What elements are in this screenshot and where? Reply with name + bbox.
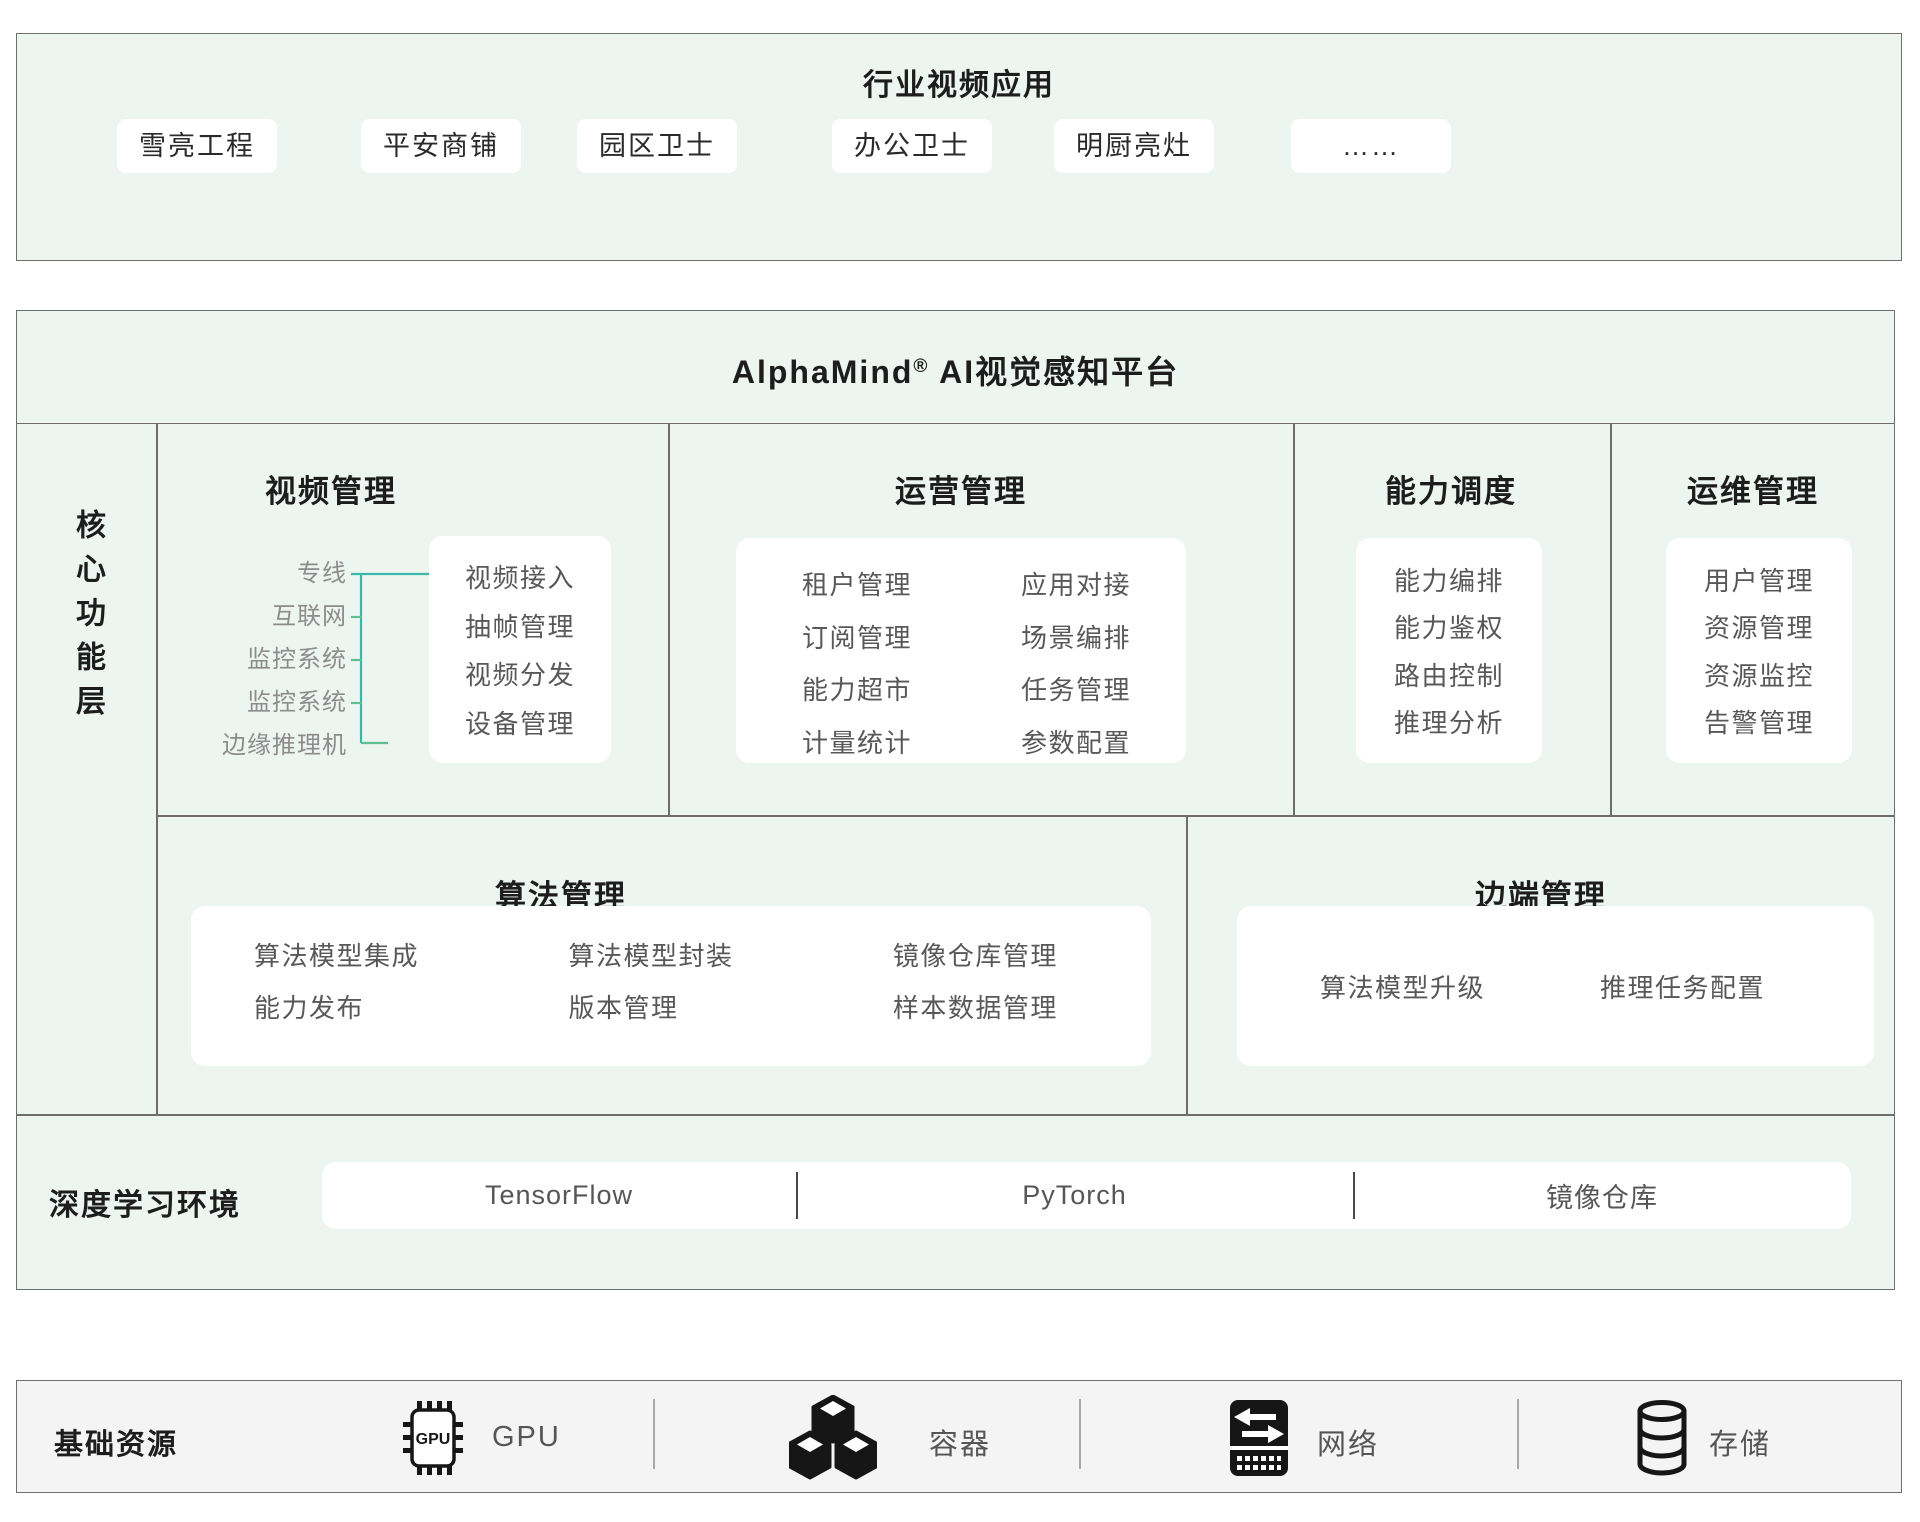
list-item: 视频接入 — [429, 558, 611, 595]
platform-panel: AlphaMind® AI视觉感知平台 核心功能层 视频管理 专线 互联网 监控… — [16, 310, 1895, 1290]
list-item: 用户管理 — [1666, 561, 1852, 598]
list-item: 设备管理 — [429, 704, 611, 741]
network-switch-icon — [1228, 1397, 1290, 1479]
operations-col-2: 应用对接 场景编排 任务管理 参数配置 — [1021, 538, 1131, 787]
platform-title-band: AlphaMind® AI视觉感知平台 — [17, 311, 1894, 424]
gpu-chip-icon: GPU — [401, 1398, 465, 1478]
edge-card: 算法模型升级 推理任务配置 — [1237, 906, 1874, 1066]
industry-apps-panel: 行业视频应用 雪亮工程 平安商铺 园区卫士 办公卫士 明厨亮灶 …… — [16, 33, 1902, 261]
list-item: 能力鉴权 — [1356, 608, 1542, 645]
algorithm-card: 算法模型集成 算法模型封装 镜像仓库管理 能力发布 版本管理 样本数据管理 — [191, 906, 1151, 1066]
industry-panel-title: 行业视频应用 — [17, 60, 1901, 104]
gpu-label: GPU — [492, 1421, 561, 1454]
storage-database-icon — [1634, 1399, 1690, 1477]
architecture-diagram: 行业视频应用 雪亮工程 平安商铺 园区卫士 办公卫士 明厨亮灶 …… Alpha… — [0, 0, 1920, 1522]
maintenance-card: 用户管理 资源管理 资源监控 告警管理 — [1666, 538, 1852, 763]
resources-panel: 基础资源 GPU GPU — [16, 1380, 1902, 1493]
dl-env-label: 深度学习环境 — [49, 1180, 241, 1224]
list-item: 视频分发 — [429, 655, 611, 692]
app-card-more: …… — [1291, 119, 1451, 173]
list-item: 参数配置 — [1021, 723, 1131, 760]
list-item: 版本管理 — [568, 982, 888, 1034]
video-functions-card: 视频接入 抽帧管理 视频分发 设备管理 — [429, 536, 611, 763]
container-cubes-icon — [789, 1395, 877, 1480]
dl-env-bar: TensorFlow PyTorch 镜像仓库 — [322, 1162, 1851, 1229]
list-item: 场景编排 — [1021, 618, 1131, 655]
video-source: 监控系统 — [137, 645, 347, 675]
list-item: 告警管理 — [1666, 703, 1852, 740]
dl-env-pytorch: PyTorch — [796, 1162, 1353, 1229]
dl-env-registry: 镜像仓库 — [1353, 1162, 1851, 1229]
app-card-mingchu: 明厨亮灶 — [1054, 119, 1214, 173]
divider — [796, 1172, 798, 1219]
list-item: 推理任务配置 — [1600, 968, 1765, 1005]
list-item: 镜像仓库管理 — [893, 941, 1058, 971]
platform-title: AlphaMind® AI视觉感知平台 — [17, 347, 1894, 393]
list-item: 路由控制 — [1356, 656, 1542, 693]
section-title-operations: 运营管理 — [861, 466, 1061, 511]
list-item: 任务管理 — [1021, 670, 1131, 707]
divider — [1186, 815, 1188, 1114]
container-label: 容器 — [929, 1421, 991, 1463]
list-item: 租户管理 — [802, 565, 912, 602]
list-item: 能力超市 — [802, 670, 912, 707]
gpu-chip-text: GPU — [416, 1431, 451, 1448]
list-item: 应用对接 — [1021, 565, 1131, 602]
divider — [653, 1399, 655, 1469]
list-item: 资源管理 — [1666, 608, 1852, 645]
video-source: 互联网 — [137, 602, 347, 632]
video-source: 专线 — [137, 559, 347, 589]
list-item: 能力发布 — [254, 982, 564, 1034]
video-source: 监控系统 — [137, 688, 347, 718]
sidebar-label-text: 核心功能层 — [65, 509, 109, 729]
section-title-capability: 能力调度 — [1351, 466, 1551, 511]
section-title-video-mgmt: 视频管理 — [231, 466, 431, 511]
list-item: 抽帧管理 — [429, 607, 611, 644]
list-item: 订阅管理 — [802, 618, 912, 655]
list-item: 能力编排 — [1356, 561, 1542, 598]
app-card-pingan: 平安商铺 — [361, 119, 521, 173]
operations-card: 租户管理 订阅管理 能力超市 计量统计 应用对接 场景编排 任务管理 参数配置 — [736, 538, 1186, 763]
app-card-bangong: 办公卫士 — [832, 119, 992, 173]
divider — [17, 1114, 1894, 1116]
divider — [1610, 423, 1612, 815]
operations-col-1: 租户管理 订阅管理 能力超市 计量统计 — [802, 538, 912, 787]
list-item: 算法模型集成 — [254, 930, 564, 982]
list-item: 资源监控 — [1666, 656, 1852, 693]
network-label: 网络 — [1317, 1421, 1379, 1463]
algorithm-row-1: 算法模型集成 算法模型封装 镜像仓库管理 — [254, 930, 1151, 982]
registered-mark: ® — [913, 356, 929, 377]
list-item: 推理分析 — [1356, 703, 1542, 740]
divider — [1293, 423, 1295, 815]
divider — [1353, 1172, 1355, 1219]
resources-label: 基础资源 — [54, 1421, 178, 1463]
list-item: 计量统计 — [802, 723, 912, 760]
capability-card: 能力编排 能力鉴权 路由控制 推理分析 — [1356, 538, 1542, 763]
divider — [157, 815, 1894, 817]
divider — [668, 423, 670, 815]
dl-env-tensorflow: TensorFlow — [322, 1162, 796, 1229]
app-card-yuanqu: 园区卫士 — [577, 119, 737, 173]
platform-title-rest: AI视觉感知平台 — [929, 354, 1179, 390]
video-source-connectors — [17, 311, 1894, 1291]
list-item: 样本数据管理 — [893, 993, 1058, 1023]
list-item: 算法模型封装 — [568, 930, 888, 982]
platform-brand: AlphaMind — [732, 354, 914, 390]
core-function-layer-label: 核心功能层 — [17, 423, 157, 815]
storage-label: 存储 — [1709, 1421, 1771, 1463]
list-item: 算法模型升级 — [1320, 968, 1600, 1005]
divider — [1079, 1399, 1081, 1469]
app-card-xueliang: 雪亮工程 — [117, 119, 277, 173]
algorithm-row-2: 能力发布 版本管理 样本数据管理 — [254, 982, 1151, 1034]
divider — [1517, 1399, 1519, 1469]
section-title-maintenance: 运维管理 — [1653, 466, 1853, 511]
video-source: 边缘推理机 — [137, 731, 347, 761]
